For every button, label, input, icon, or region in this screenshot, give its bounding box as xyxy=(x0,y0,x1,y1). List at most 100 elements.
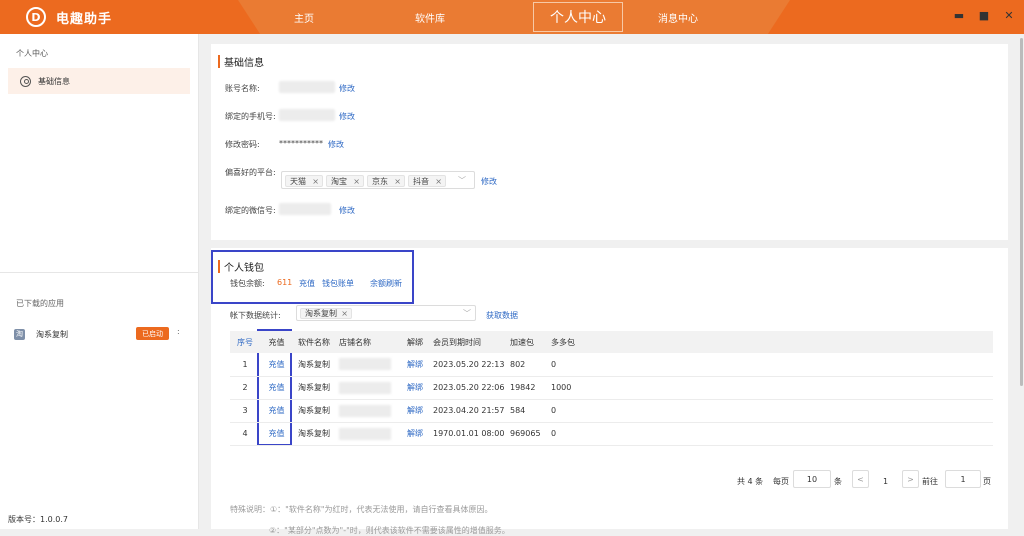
wallet-table: 序号 充值 软件名称 店铺名称 解绑 会员到期时间 加速包 多多包 1 充值 淘… xyxy=(230,331,993,446)
close-icon[interactable]: ✕ xyxy=(1001,9,1017,22)
nav-software[interactable]: 软件库 xyxy=(400,0,460,34)
prev-page-button[interactable]: < xyxy=(852,470,869,488)
balance-label: 钱包余额: xyxy=(230,279,265,288)
next-page-button[interactable]: > xyxy=(902,470,919,488)
cell-recharge-link[interactable]: 充值 xyxy=(260,399,293,423)
account-value xyxy=(279,81,335,93)
user-icon xyxy=(20,75,31,87)
app-item-taoxi[interactable]: 淘 淘系复制 已启动 : xyxy=(14,327,186,341)
platform-multiselect[interactable]: 天猫 × 淘宝 × 京东 × 抖音 × ﹀ xyxy=(281,171,475,189)
sidebar-title: 个人中心 xyxy=(16,49,48,58)
main-content: 基础信息 账号名称: 修改 绑定的手机号: 修改 修改密码: *********… xyxy=(199,34,1024,535)
pagination-per-page-label: 每页 xyxy=(773,476,789,486)
cell-shop xyxy=(334,376,402,400)
edit-phone-link[interactable]: 修改 xyxy=(339,111,355,122)
cell-recharge-link[interactable]: 充值 xyxy=(260,422,293,446)
cell-recharge-link[interactable]: 充值 xyxy=(260,353,293,377)
sidebar: 个人中心 基础信息 已下载的应用 淘 淘系复制 已启动 : 版本号：1.0.0.… xyxy=(0,34,199,529)
tag-close-icon[interactable]: × xyxy=(312,177,319,186)
table-row: 4 充值 淘系复制 解绑 1970.01.01 08:00 969065 0 xyxy=(230,422,993,446)
minimize-icon[interactable]: ▬ xyxy=(951,9,967,22)
platform-tag: 京东 × xyxy=(367,175,405,187)
tag-close-icon[interactable]: × xyxy=(394,177,401,186)
phone-value xyxy=(279,109,335,121)
version-label: 版本号：1.0.0.7 xyxy=(8,515,68,524)
header-unbind: 解绑 xyxy=(402,331,428,353)
cell-unbind-link[interactable]: 解绑 xyxy=(402,422,428,446)
cell-duoduo: 1000 xyxy=(546,376,993,400)
chevron-down-icon[interactable]: ﹀ xyxy=(463,308,471,319)
cell-unbind-link[interactable]: 解绑 xyxy=(402,399,428,423)
table-header-row: 序号 充值 软件名称 店铺名称 解绑 会员到期时间 加速包 多多包 xyxy=(230,331,993,353)
goto-unit: 页 xyxy=(983,476,991,486)
platform-label: 偏喜好的平台: xyxy=(225,168,276,177)
tag-close-icon[interactable]: × xyxy=(435,177,442,186)
cell-index: 1 xyxy=(230,353,260,377)
nav-home[interactable]: 主页 xyxy=(276,0,332,34)
cell-expire: 1970.01.01 08:00 xyxy=(428,422,505,446)
more-icon[interactable]: : xyxy=(177,327,180,336)
platform-tag: 淘宝 × xyxy=(326,175,364,187)
shop-value xyxy=(339,358,391,371)
app-title: 电趣助手 xyxy=(56,11,113,27)
sidebar-item-basic-info[interactable]: 基础信息 xyxy=(8,68,190,94)
pagination-total: 共 4 条 xyxy=(737,476,764,486)
stats-select[interactable]: 淘系复制 × ﹀ xyxy=(296,305,476,321)
shop-value xyxy=(339,404,391,417)
basic-info-title: 基础信息 xyxy=(218,54,264,69)
nav-personal[interactable]: 个人中心 xyxy=(533,2,623,32)
balance-refresh-link[interactable]: 余额刷新 xyxy=(370,278,402,289)
balance-value: 611 xyxy=(277,278,293,287)
maximize-icon[interactable]: ■ xyxy=(976,9,992,22)
account-label: 账号名称: xyxy=(225,84,260,93)
edit-wechat-link[interactable]: 修改 xyxy=(339,205,355,216)
tag-close-icon[interactable]: × xyxy=(341,309,348,318)
cell-duoduo: 0 xyxy=(546,422,993,446)
cell-software: 淘系复制 xyxy=(293,353,334,377)
current-page[interactable]: 1 xyxy=(883,473,888,489)
basic-info-card: 基础信息 账号名称: 修改 绑定的手机号: 修改 修改密码: *********… xyxy=(211,44,1008,240)
app-name: 淘系复制 xyxy=(36,329,68,339)
header-index[interactable]: 序号 xyxy=(230,331,260,353)
header-recharge: 充值 xyxy=(260,331,293,353)
shop-value xyxy=(339,427,391,440)
table-row: 2 充值 淘系复制 解绑 2023.05.20 22:06 19842 1000 xyxy=(230,376,993,400)
cell-accel: 969065 xyxy=(505,422,546,446)
note-line-2: ②："某部分"点数为"-"时，则代表该软件不需要该属性的增值服务。 xyxy=(269,526,510,535)
cell-unbind-link[interactable]: 解绑 xyxy=(402,376,428,400)
per-page-input[interactable]: 10 xyxy=(793,470,831,488)
edit-platform-link[interactable]: 修改 xyxy=(481,176,497,187)
wallet-bill-link[interactable]: 钱包账单 xyxy=(322,278,354,289)
edit-password-link[interactable]: 修改 xyxy=(328,139,344,150)
app-status-badge[interactable]: 已启动 xyxy=(136,327,169,340)
edit-account-link[interactable]: 修改 xyxy=(339,83,355,94)
sidebar-divider xyxy=(0,272,199,273)
cell-recharge-link[interactable]: 充值 xyxy=(260,376,293,400)
table-row: 3 充值 淘系复制 解绑 2023.04.20 21:57 584 0 xyxy=(230,399,993,423)
cell-software: 淘系复制 xyxy=(293,422,334,446)
chevron-down-icon[interactable]: ﹀ xyxy=(458,175,466,186)
header-accel: 加速包 xyxy=(505,331,546,353)
recharge-link[interactable]: 充值 xyxy=(299,278,315,289)
platform-tag: 抖音 × xyxy=(408,175,446,187)
nav-messages[interactable]: 消息中心 xyxy=(650,0,706,34)
phone-label: 绑定的手机号: xyxy=(225,112,276,121)
app-taoxi-icon: 淘 xyxy=(14,328,25,340)
scrollbar[interactable] xyxy=(1020,38,1023,386)
app-logo-icon: D xyxy=(26,7,46,27)
cell-unbind-link[interactable]: 解绑 xyxy=(402,353,428,377)
stats-label: 帐下数据统计: xyxy=(230,311,281,320)
cell-shop xyxy=(334,422,402,446)
cell-index: 3 xyxy=(230,399,260,423)
cell-software: 淘系复制 xyxy=(293,376,334,400)
goto-page-input[interactable]: 1 xyxy=(945,470,981,488)
header-software: 软件名称 xyxy=(293,331,334,353)
fetch-data-link[interactable]: 获取数据 xyxy=(486,310,518,321)
cell-accel: 584 xyxy=(505,399,546,423)
wechat-value xyxy=(279,203,331,215)
goto-label: 前往 xyxy=(922,476,938,486)
wallet-card: 个人钱包 钱包余额: 611 充值 钱包账单 余额刷新 帐下数据统计: 淘系复制… xyxy=(211,248,1008,535)
tag-close-icon[interactable]: × xyxy=(353,177,360,186)
cell-software: 淘系复制 xyxy=(293,399,334,423)
cell-expire: 2023.05.20 22:06 xyxy=(428,376,505,400)
